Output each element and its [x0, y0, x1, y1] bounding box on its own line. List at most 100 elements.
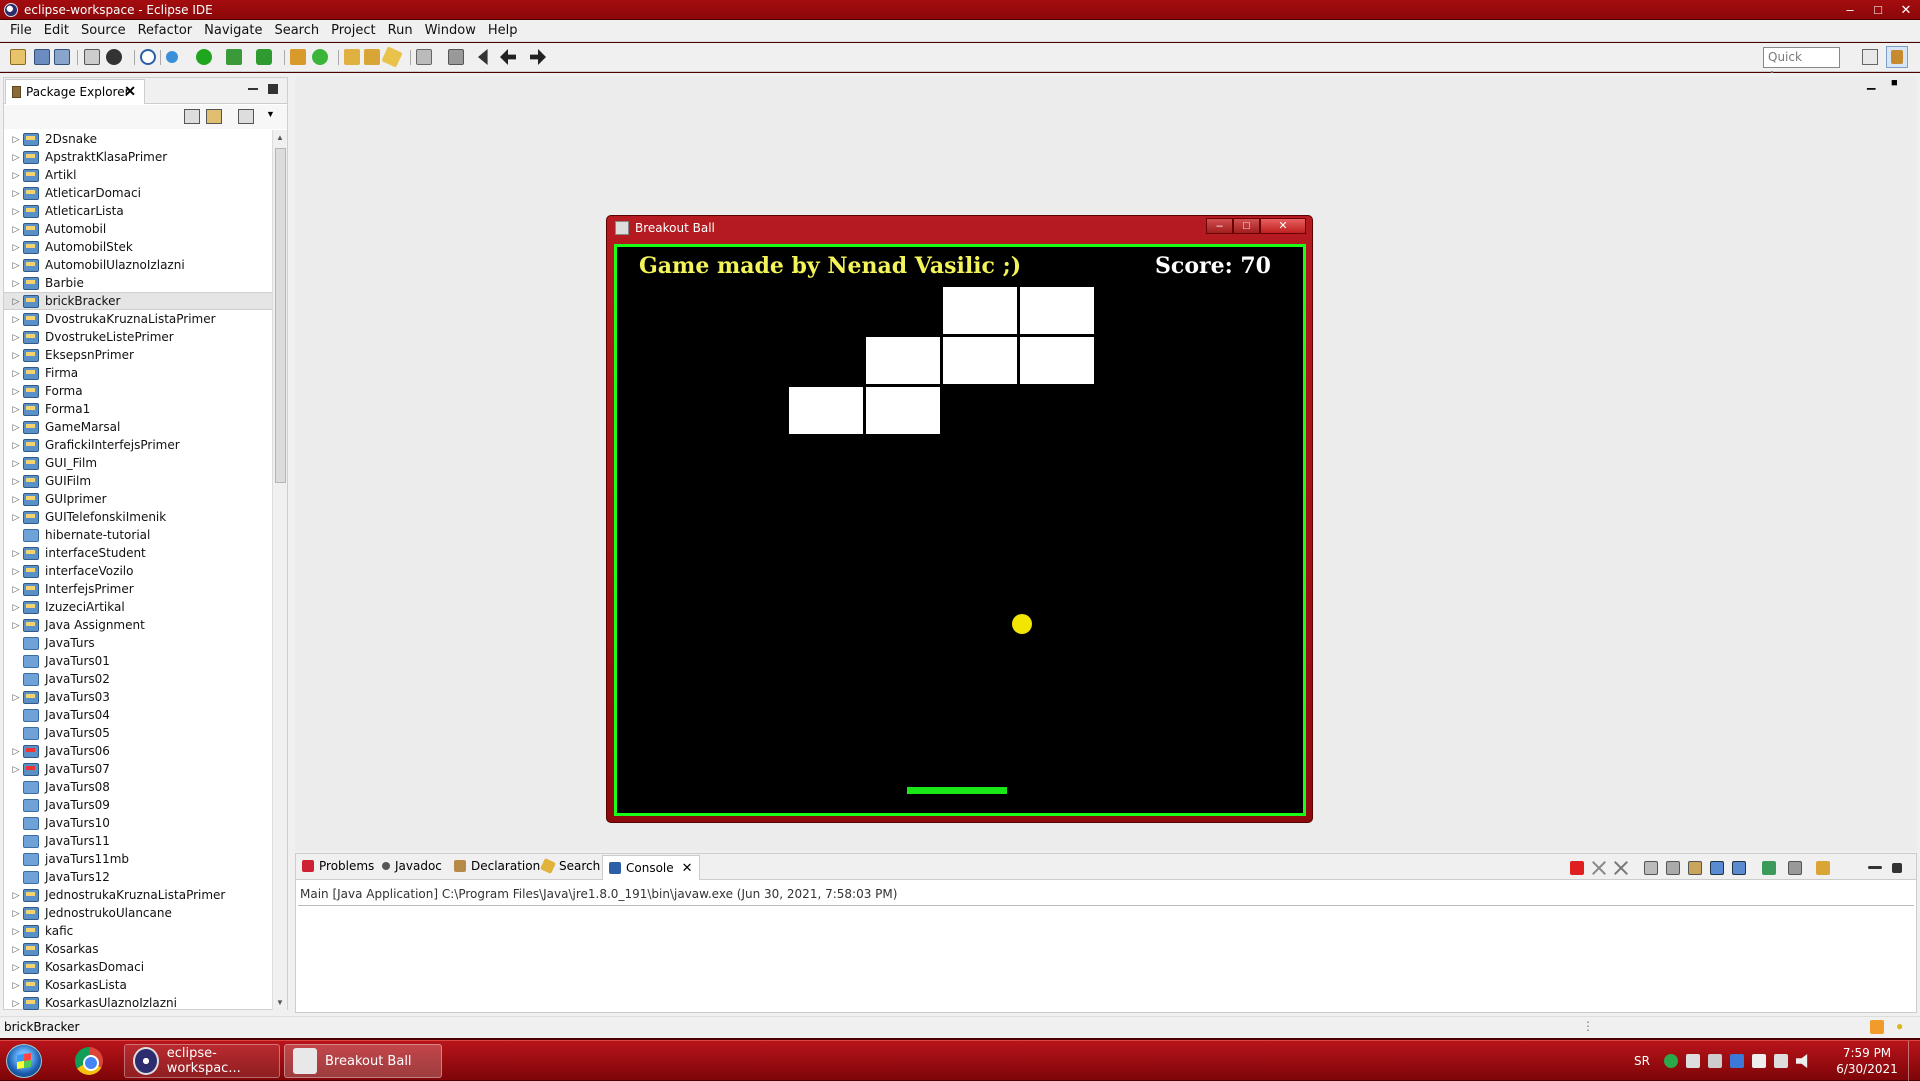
maximize-editor-icon[interactable]: ■ [1891, 77, 1898, 89]
tree-item[interactable]: ▷ kafic [4, 922, 272, 940]
open-console-icon[interactable] [1816, 861, 1830, 875]
tree-item[interactable]: ▷ GUI_Film [4, 454, 272, 472]
expand-arrow-icon[interactable]: ▷ [9, 548, 23, 559]
java-perspective-icon[interactable] [1886, 46, 1908, 68]
expand-arrow-icon[interactable]: ▷ [9, 908, 23, 919]
tree-item[interactable]: ▷ JavaTurs03 [4, 688, 272, 706]
new-icon[interactable] [10, 49, 26, 65]
expand-arrow-icon[interactable]: ▷ [9, 962, 23, 973]
expand-arrow-icon[interactable]: ▷ [9, 368, 23, 379]
debug-run-icon[interactable] [166, 51, 178, 63]
wifi-icon[interactable] [1773, 1054, 1788, 1068]
debug-icon[interactable] [106, 49, 122, 65]
external-tools-icon[interactable] [256, 49, 272, 65]
expand-arrow-icon[interactable]: ▷ [9, 278, 23, 289]
game-canvas[interactable]: Game made by Nenad Vasilic ;) Score: 70 [614, 244, 1306, 816]
menu-run[interactable]: Run [382, 23, 419, 38]
tree-item[interactable]: ▷ Java Assignment [4, 616, 272, 634]
skip-breakpoints-icon[interactable] [140, 49, 156, 65]
display-console-icon[interactable] [1788, 861, 1802, 875]
view-menu-icon[interactable]: ▼ [266, 109, 282, 124]
tab-console[interactable]: Console ✕ [602, 855, 700, 880]
expand-arrow-icon[interactable]: ▷ [9, 332, 23, 343]
expand-arrow-icon[interactable]: ▷ [9, 512, 23, 523]
menu-file[interactable]: File [4, 23, 38, 38]
open-type-icon[interactable] [344, 49, 360, 65]
maximize-view-icon[interactable] [1892, 863, 1902, 873]
expand-arrow-icon[interactable]: ▷ [9, 296, 23, 307]
maximize-button[interactable]: □ [1233, 218, 1260, 234]
minimize-view-icon[interactable] [248, 84, 258, 90]
expand-arrow-icon[interactable]: ▷ [9, 764, 23, 775]
tree-item[interactable]: ▷ IzuzeciArtikal [4, 598, 272, 616]
input-language[interactable]: SR [1634, 1054, 1650, 1068]
tree-item[interactable]: ▷ interfaceStudent [4, 544, 272, 562]
close-button[interactable]: ✕ [1892, 0, 1920, 19]
rss-icon[interactable] [1870, 1020, 1884, 1034]
expand-arrow-icon[interactable]: ▷ [9, 386, 23, 397]
tree-item[interactable]: ▷ GUIFilm [4, 472, 272, 490]
tree-item[interactable]: ▷ AtleticarLista [4, 202, 272, 220]
expand-arrow-icon[interactable]: ▷ [9, 404, 23, 415]
expand-arrow-icon[interactable]: ▷ [9, 890, 23, 901]
new-class-icon[interactable] [312, 49, 328, 65]
tab-declaration[interactable]: Declaration [454, 859, 540, 873]
close-button[interactable]: ✕ [1260, 218, 1306, 234]
expand-arrow-icon[interactable]: ▷ [9, 134, 23, 145]
expand-arrow-icon[interactable]: ▷ [9, 620, 23, 631]
next-annotation-icon[interactable] [448, 49, 464, 65]
expand-arrow-icon[interactable]: ▷ [9, 422, 23, 433]
expand-arrow-icon[interactable]: ▷ [9, 152, 23, 163]
save-all-icon[interactable] [54, 49, 70, 65]
tree-item[interactable]: JavaTurs05 [4, 724, 272, 742]
expand-arrow-icon[interactable]: ▷ [9, 944, 23, 955]
tree-item[interactable]: ▷ AtleticarDomaci [4, 184, 272, 202]
expand-arrow-icon[interactable]: ▷ [9, 458, 23, 469]
open-perspective-icon[interactable] [1862, 49, 1878, 65]
tree-item[interactable]: ▷ GrafickiInterfejsPrimer [4, 436, 272, 454]
action-center-icon[interactable] [1751, 1054, 1766, 1068]
minimize-button[interactable]: – [1206, 218, 1233, 234]
word-wrap-icon[interactable] [1688, 861, 1702, 875]
network-share-icon[interactable] [1685, 1054, 1700, 1068]
expand-arrow-icon[interactable]: ▷ [9, 476, 23, 487]
quick-access-input[interactable]: Quick Access [1763, 47, 1840, 83]
tree-item[interactable]: JavaTurs02 [4, 670, 272, 688]
taskbar-item-eclipse[interactable]: eclipse-workspac... [124, 1044, 280, 1078]
tree-item[interactable]: JavaTurs04 [4, 706, 272, 724]
menu-source[interactable]: Source [75, 23, 132, 38]
tab-javadoc[interactable]: Javadoc [382, 859, 442, 873]
tree-item[interactable]: ▷ KosarkasDomaci [4, 958, 272, 976]
tree-item[interactable]: ▷ GUITelefonskiImenik [4, 508, 272, 526]
tree-item[interactable]: ▷ Forma [4, 382, 272, 400]
paddle[interactable] [907, 787, 1007, 794]
tree-item[interactable]: ▷ Firma [4, 364, 272, 382]
taskbar-item-breakout[interactable]: Breakout Ball [284, 1044, 442, 1078]
tree-item[interactable]: ▷ ApstraktKlasaPrimer [4, 148, 272, 166]
tree-item[interactable]: ▷ brickBracker [4, 292, 272, 310]
tree-item[interactable]: ▷ interfaceVozilo [4, 562, 272, 580]
tree-item[interactable]: JavaTurs01 [4, 652, 272, 670]
tab-problems[interactable]: Problems [302, 859, 374, 873]
tip-lightbulb-icon[interactable]: ● [1896, 1019, 1903, 1033]
expand-arrow-icon[interactable]: ▷ [9, 188, 23, 199]
scroll-lock-icon[interactable] [1666, 861, 1680, 875]
expand-arrow-icon[interactable]: ▷ [9, 926, 23, 937]
run-icon[interactable] [196, 49, 212, 65]
taskbar-clock[interactable]: 7:59 PM 6/30/2021 [1832, 1045, 1902, 1077]
tree-item[interactable]: JavaTurs11 [4, 832, 272, 850]
tree-item[interactable]: JavaTurs09 [4, 796, 272, 814]
menu-help[interactable]: Help [482, 23, 524, 38]
collapse-all-icon[interactable] [184, 109, 200, 124]
expand-arrow-icon[interactable]: ▷ [9, 314, 23, 325]
tree-item[interactable]: ▷ InterfejsPrimer [4, 580, 272, 598]
tree-item[interactable]: ▷ Kosarkas [4, 940, 272, 958]
menu-edit[interactable]: Edit [38, 23, 75, 38]
tree-item[interactable]: ▷ GameMarsal [4, 418, 272, 436]
expand-arrow-icon[interactable]: ▷ [9, 206, 23, 217]
new-java-project-icon[interactable] [290, 49, 306, 65]
expand-arrow-icon[interactable]: ▷ [9, 242, 23, 253]
show-desktop-button[interactable] [1908, 1041, 1920, 1081]
coverage-icon[interactable] [226, 49, 242, 65]
tree-item[interactable]: ▷ AutomobilStek [4, 238, 272, 256]
